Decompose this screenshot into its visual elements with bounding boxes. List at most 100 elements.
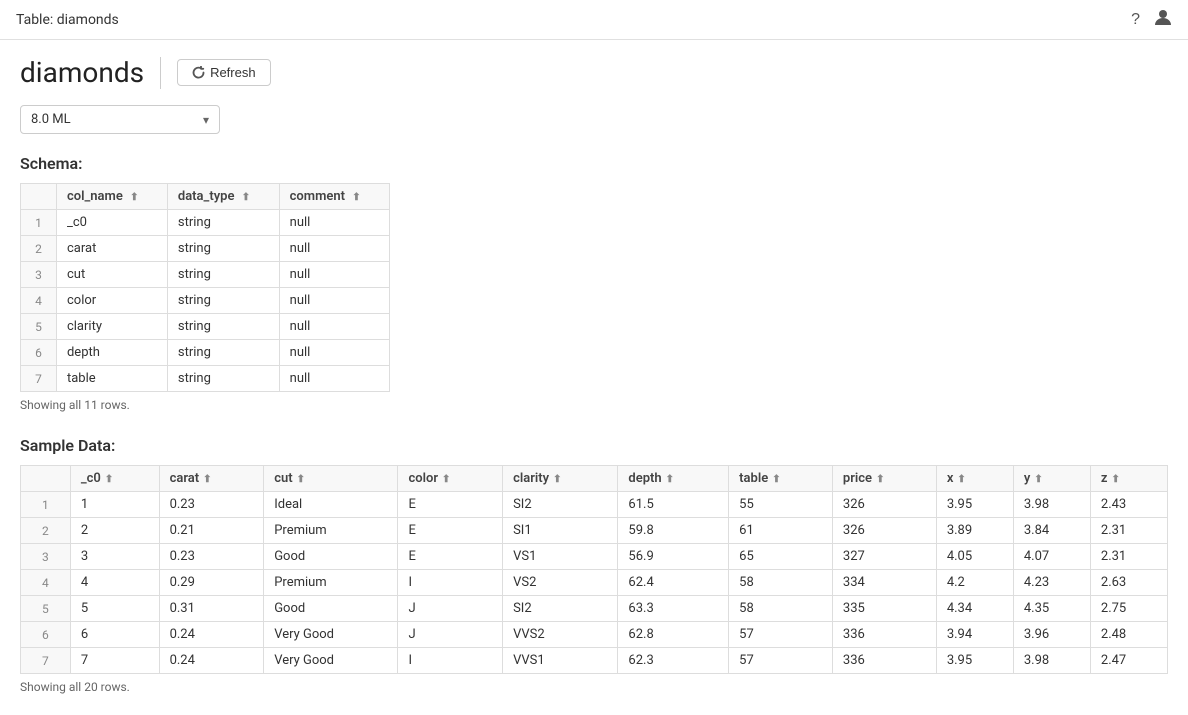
cut-cell: Good — [264, 596, 398, 622]
c0-cell: 7 — [70, 648, 159, 674]
y-cell: 3.96 — [1013, 622, 1090, 648]
schema-col-comment[interactable]: comment ⬆ — [279, 184, 389, 210]
cut-cell: Ideal — [264, 492, 398, 518]
schema-col-datatype[interactable]: data_type ⬆ — [167, 184, 279, 210]
depth-cell: 63.3 — [618, 596, 729, 622]
depth-cell: 61.5 — [618, 492, 729, 518]
cut-cell: Very Good — [264, 622, 398, 648]
z-cell: 2.63 — [1090, 570, 1167, 596]
z-cell: 2.43 — [1090, 492, 1167, 518]
header-divider — [160, 57, 161, 89]
schema-section: Schema: col_name ⬆ data_type ⬆ comment ⬆ — [20, 154, 1168, 412]
sample-col-table[interactable]: table⬆ — [729, 466, 833, 492]
sample-col-color[interactable]: color⬆ — [398, 466, 503, 492]
row-number: 6 — [21, 340, 57, 366]
c0-cell: 4 — [70, 570, 159, 596]
cut-cell: Very Good — [264, 648, 398, 674]
table-cell: 58 — [729, 570, 833, 596]
comment-cell: null — [279, 210, 389, 236]
sample-col-carat[interactable]: carat⬆ — [159, 466, 264, 492]
x-cell: 4.2 — [936, 570, 1013, 596]
x-cell: 4.05 — [936, 544, 1013, 570]
sort-icon-c0: ⬆ — [105, 474, 113, 485]
sample-col-depth[interactable]: depth⬆ — [618, 466, 729, 492]
clarity-cell: VVS1 — [503, 648, 618, 674]
version-dropdown[interactable]: 8.0 ML ▾ — [20, 105, 220, 134]
depth-cell: 62.4 — [618, 570, 729, 596]
table-row: 3 cut string null — [21, 262, 390, 288]
z-cell: 2.31 — [1090, 544, 1167, 570]
table-row: 7 table string null — [21, 366, 390, 392]
y-cell: 3.98 — [1013, 648, 1090, 674]
sort-icon-cut: ⬆ — [297, 474, 305, 485]
sort-icon-carat: ⬆ — [203, 474, 211, 485]
data-type-cell: string — [167, 262, 279, 288]
color-cell: E — [398, 544, 503, 570]
table-row: 6 6 0.24 Very Good J VVS2 62.8 57 336 3.… — [21, 622, 1168, 648]
table-cell: 65 — [729, 544, 833, 570]
top-bar-icons: ? — [1131, 8, 1172, 31]
refresh-button[interactable]: Refresh — [177, 59, 271, 86]
top-bar-title: Table: diamonds — [16, 12, 119, 28]
data-type-cell: string — [167, 210, 279, 236]
sort-icon-datatype: ⬆ — [242, 192, 250, 203]
sample-col-z[interactable]: z⬆ — [1090, 466, 1167, 492]
data-type-cell: string — [167, 366, 279, 392]
sort-icon-clarity: ⬆ — [553, 474, 561, 485]
clarity-cell: SI2 — [503, 492, 618, 518]
c0-cell: 2 — [70, 518, 159, 544]
sample-col-cut[interactable]: cut⬆ — [264, 466, 398, 492]
comment-cell: null — [279, 314, 389, 340]
data-type-cell: string — [167, 288, 279, 314]
col-name-cell: _c0 — [56, 210, 167, 236]
z-cell: 2.75 — [1090, 596, 1167, 622]
c0-cell: 5 — [70, 596, 159, 622]
carat-cell: 0.23 — [159, 492, 264, 518]
color-cell: J — [398, 622, 503, 648]
comment-cell: null — [279, 288, 389, 314]
sample-col-y[interactable]: y⬆ — [1013, 466, 1090, 492]
y-cell: 4.23 — [1013, 570, 1090, 596]
sample-data-section: Sample Data: _c0⬆ carat⬆ cut⬆ color⬆ cla… — [20, 436, 1168, 694]
x-cell: 3.95 — [936, 492, 1013, 518]
table-row: 6 depth string null — [21, 340, 390, 366]
sort-icon-comment: ⬆ — [352, 192, 360, 203]
c0-cell: 3 — [70, 544, 159, 570]
top-bar: Table: diamonds ? — [0, 0, 1188, 40]
help-button[interactable]: ? — [1131, 11, 1140, 29]
clarity-cell: SI1 — [503, 518, 618, 544]
comment-cell: null — [279, 262, 389, 288]
table-cell: 61 — [729, 518, 833, 544]
sort-icon-colname: ⬆ — [130, 192, 138, 203]
table-row: 7 7 0.24 Very Good I VVS1 62.3 57 336 3.… — [21, 648, 1168, 674]
row-number: 1 — [21, 210, 57, 236]
schema-thead: col_name ⬆ data_type ⬆ comment ⬆ — [21, 184, 390, 210]
sample-header-row: _c0⬆ carat⬆ cut⬆ color⬆ clarity⬆ depth⬆ … — [21, 466, 1168, 492]
depth-cell: 56.9 — [618, 544, 729, 570]
row-number: 3 — [21, 262, 57, 288]
z-cell: 2.31 — [1090, 518, 1167, 544]
price-cell: 335 — [832, 596, 936, 622]
data-type-cell: string — [167, 340, 279, 366]
y-cell: 3.84 — [1013, 518, 1090, 544]
table-cell: 57 — [729, 648, 833, 674]
color-cell: I — [398, 648, 503, 674]
col-name-cell: carat — [56, 236, 167, 262]
schema-col-colname[interactable]: col_name ⬆ — [56, 184, 167, 210]
sample-col-c0[interactable]: _c0⬆ — [70, 466, 159, 492]
page-header: diamonds Refresh — [20, 56, 1168, 89]
clarity-cell: VVS2 — [503, 622, 618, 648]
sort-icon-x: ⬆ — [957, 474, 965, 485]
row-number: 4 — [21, 288, 57, 314]
row-number: 6 — [21, 622, 71, 648]
color-cell: E — [398, 518, 503, 544]
sample-col-price[interactable]: price⬆ — [832, 466, 936, 492]
user-button[interactable] — [1154, 8, 1172, 31]
dropdown-wrapper: 8.0 ML ▾ — [20, 105, 1168, 134]
main-content: diamonds Refresh 8.0 ML ▾ Schema: col_na… — [0, 40, 1188, 710]
sort-icon-price: ⬆ — [876, 474, 884, 485]
table-row: 4 4 0.29 Premium I VS2 62.4 58 334 4.2 4… — [21, 570, 1168, 596]
sample-col-clarity[interactable]: clarity⬆ — [503, 466, 618, 492]
schema-header-row: col_name ⬆ data_type ⬆ comment ⬆ — [21, 184, 390, 210]
sample-col-x[interactable]: x⬆ — [936, 466, 1013, 492]
